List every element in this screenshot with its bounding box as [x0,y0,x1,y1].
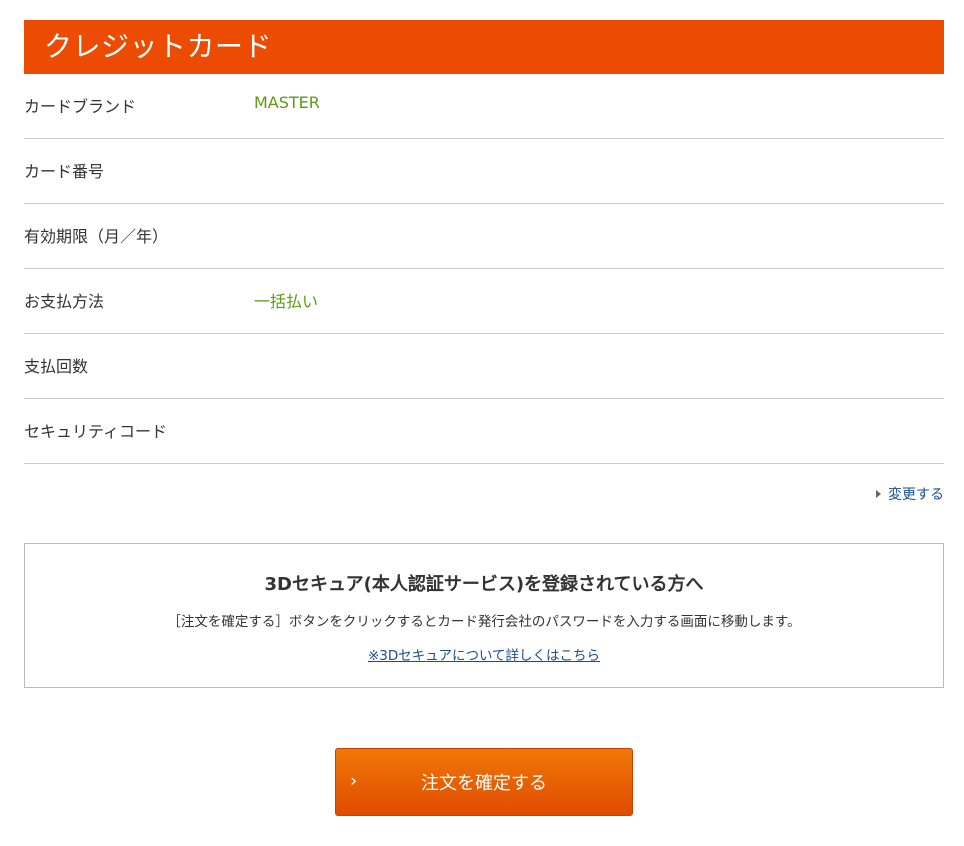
row-label: カード番号 [24,162,105,181]
3d-secure-notice: 3Dセキュア(本人認証サービス)を登録されている方へ ［注文を確定する］ボタンを… [24,543,944,688]
row-payment-method: お支払方法 一括払い [24,269,944,334]
row-value: MASTER [254,93,320,112]
change-link[interactable]: 変更する [876,484,944,504]
row-label: カードブランド [24,97,137,116]
notice-title: 3Dセキュア(本人認証サービス)を登録されている方へ [264,574,704,595]
row-label: セキュリティコード [24,422,168,441]
confirm-order-label: 注文を確定する [421,773,547,794]
card-details-list: カードブランド MASTER カード番号 有効期限（月／年） お支払方法 一括払… [24,74,944,464]
row-label: お支払方法 [24,292,105,311]
row-card-number: カード番号 [24,139,944,204]
row-label: 支払回数 [24,357,89,376]
row-label: 有効期限（月／年） [24,227,169,246]
row-security-code: セキュリティコード [24,399,944,464]
change-link-label: 変更する [888,487,944,503]
row-installments: 支払回数 [24,334,944,399]
credit-card-section: クレジットカード カードブランド MASTER カード番号 有効期限（月／年） … [24,20,944,503]
3d-secure-info-link[interactable]: ※3Dセキュアについて詳しくはこちら [368,644,600,664]
section-title: クレジットカード [24,20,944,74]
triangle-right-icon [876,490,881,498]
row-expiry: 有効期限（月／年） [24,204,944,269]
confirm-order-button[interactable]: › 注文を確定する [335,748,633,816]
row-card-brand: カードブランド MASTER [24,74,944,139]
row-value: 一括払い [254,292,319,311]
chevron-right-icon: › [350,770,358,792]
notice-description: ［注文を確定する］ボタンをクリックするとカード発行会社のパスワードを入力する画面… [167,614,801,630]
